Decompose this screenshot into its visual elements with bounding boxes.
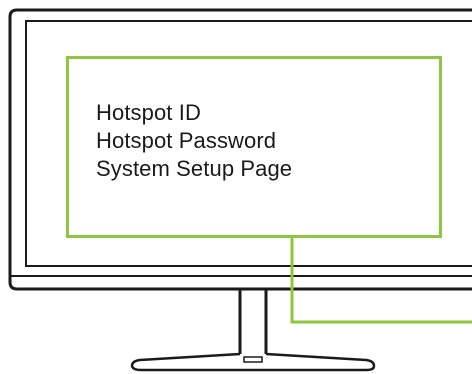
hotspot-password-label: Hotspot Password: [96, 128, 277, 153]
hotspot-id-label: Hotspot ID: [96, 100, 201, 125]
system-setup-page-label: System Setup Page: [96, 156, 293, 181]
monitor-stand-neck: [238, 289, 268, 354]
callout-connector-line: [290, 238, 472, 324]
hotspot-info-callout: Hotspot ID Hotspot Password System Setup…: [66, 56, 442, 238]
